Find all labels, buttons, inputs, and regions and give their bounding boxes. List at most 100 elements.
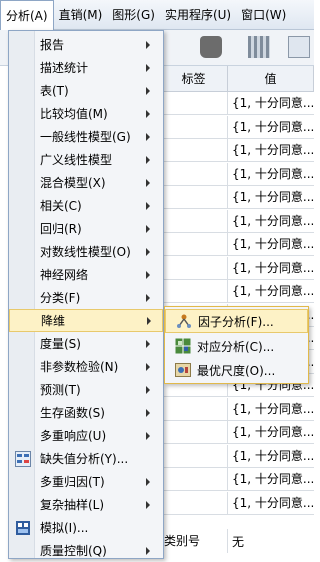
table-row[interactable]: {1, 十分同意... <box>160 256 314 280</box>
submenu-arrow-icon <box>146 224 150 233</box>
menu-item-15[interactable]: 预测(T) <box>9 378 163 401</box>
label-cell[interactable] <box>160 92 228 114</box>
value-cell[interactable]: 无 <box>228 533 244 550</box>
menu-item-0[interactable]: 报告 <box>9 33 163 56</box>
correspondence-analysis-icon <box>175 338 191 354</box>
menu-item-label: 分类(F) <box>40 291 81 305</box>
menu-graphs[interactable]: 图形(G) <box>107 0 160 30</box>
table-row[interactable]: {1, 十分同意... <box>160 444 314 468</box>
menu-item-18[interactable]: 缺失值分析(Y)... <box>9 447 163 470</box>
menu-item-label: 质量控制(Q) <box>40 544 107 558</box>
submenu-item-label: 对应分析(C)... <box>197 339 275 354</box>
analyze-dropdown-menu: 报告描述统计 表(T) 比较均值(M) 一般线性模型(G) 广义线性模型混合模型(X) 相… <box>8 30 164 559</box>
value-cell[interactable]: {1, 十分同意... <box>228 186 314 208</box>
menu-item-6[interactable]: 混合模型(X) <box>9 171 163 194</box>
menu-item-label: 多重归因(T) <box>40 475 105 489</box>
menu-item-19[interactable]: 多重归因(T) <box>9 470 163 493</box>
menu-analyze[interactable]: 分析(A) <box>0 0 54 31</box>
table-row[interactable]: {1, 十分同意... <box>160 92 314 115</box>
menu-item-7[interactable]: 相关(C) <box>9 194 163 217</box>
label-cell[interactable] <box>160 397 228 420</box>
value-cell[interactable]: {1, 十分同意... <box>228 233 314 255</box>
label-cell[interactable] <box>160 209 228 232</box>
menu-item-5[interactable]: 广义线性模型 <box>9 148 163 171</box>
menu-item-17[interactable]: 多重响应(U) <box>9 424 163 447</box>
menu-item-label: 一般线性模型(G) <box>40 130 131 144</box>
value-cell[interactable]: {1, 十分同意... <box>228 210 314 232</box>
menu-item-3[interactable]: 比较均值(M) <box>9 102 163 125</box>
column-header-values[interactable]: 值 <box>228 66 314 92</box>
menu-item-2[interactable]: 表(T) <box>9 79 163 102</box>
submenu-item-optimal-scaling[interactable]: 最优尺度(O)... <box>165 358 308 382</box>
menu-item-label: 降维 <box>41 314 66 328</box>
submenu-item-correspondence-analysis[interactable]: 对应分析(C)... <box>165 334 308 358</box>
value-cell[interactable]: {1, 十分同意... <box>228 492 314 514</box>
menu-item-label: 模拟(I)... <box>40 521 89 535</box>
submenu-arrow-icon <box>146 477 150 486</box>
label-cell[interactable] <box>160 256 228 279</box>
table-row[interactable]: {1, 十分同意... <box>160 139 314 162</box>
menu-item-9[interactable]: 对数线性模型(O) <box>9 240 163 263</box>
table-row[interactable]: {1, 十分同意... <box>160 115 314 139</box>
table-row[interactable]: {1, 十分同意... <box>160 397 314 421</box>
menu-item-1[interactable]: 描述统计 <box>9 56 163 79</box>
table-row[interactable]: {1, 十分同意... <box>160 186 314 209</box>
menu-item-16[interactable]: 生存函数(S) <box>9 401 163 424</box>
value-cell[interactable]: {1, 十分同意... <box>228 398 314 420</box>
label-cell[interactable] <box>160 233 228 255</box>
value-cell[interactable]: {1, 十分同意... <box>228 116 314 138</box>
menu-utilities[interactable]: 实用程序(U) <box>160 0 236 30</box>
menu-item-label: 度量(S) <box>40 337 81 351</box>
table-row[interactable]: {1, 十分同意... <box>160 162 314 186</box>
value-cell[interactable]: {1, 十分同意... <box>228 92 314 114</box>
label-cell[interactable] <box>160 491 228 514</box>
menu-item-8[interactable]: 回归(R) <box>9 217 163 240</box>
factor-analysis-icon <box>176 313 192 329</box>
label-cell[interactable] <box>160 139 228 161</box>
menu-item-20[interactable]: 复杂抽样(L) <box>9 493 163 516</box>
table-row[interactable]: {1, 十分同意... <box>160 209 314 233</box>
label-cell[interactable] <box>160 280 228 302</box>
optimal-scaling-icon <box>175 362 191 378</box>
menu-item-21[interactable]: 模拟(I)... <box>9 516 163 539</box>
menu-item-14[interactable]: 非参数检验(N) <box>9 355 163 378</box>
menu-window[interactable]: 窗口(W) <box>236 0 291 30</box>
find-icon[interactable] <box>200 36 222 58</box>
menu-item-13[interactable]: 度量(S) <box>9 332 163 355</box>
grid-icon[interactable] <box>248 36 270 58</box>
menu-item-11[interactable]: 分类(F) <box>9 286 163 309</box>
table-row[interactable]: 类别号 无 <box>160 529 314 553</box>
value-cell[interactable]: {1, 十分同意... <box>228 421 314 443</box>
value-cell[interactable]: {1, 十分同意... <box>228 257 314 279</box>
value-cell[interactable]: {1, 十分同意... <box>228 280 314 302</box>
label-cell[interactable] <box>160 468 228 490</box>
menu-item-dimension-reduction[interactable]: 降维 <box>9 309 163 332</box>
table-row[interactable]: {1, 十分同意... <box>160 468 314 491</box>
missing-values-icon <box>15 450 31 467</box>
label-cell[interactable] <box>160 444 228 467</box>
menu-direct-marketing[interactable]: 直销(M) <box>54 0 108 30</box>
table-row[interactable]: {1, 十分同意... <box>160 233 314 256</box>
menu-item-label: 神经网络 <box>40 268 89 282</box>
table-row[interactable]: {1, 十分同意... <box>160 421 314 444</box>
submenu-item-factor-analysis[interactable]: 因子分析(F)... <box>165 309 308 333</box>
menu-item-label: 报告 <box>40 38 65 52</box>
value-cell[interactable]: {1, 十分同意... <box>228 139 314 161</box>
submenu-item-label: 最优尺度(O)... <box>197 363 276 378</box>
value-cell[interactable]: {1, 十分同意... <box>228 468 314 490</box>
table-row[interactable]: {1, 十分同意... <box>160 491 314 515</box>
label-cell[interactable] <box>160 421 228 443</box>
label-cell[interactable]: 类别号 <box>160 529 228 553</box>
label-cell[interactable] <box>160 115 228 138</box>
menu-item-4[interactable]: 一般线性模型(G) <box>9 125 163 148</box>
value-cell[interactable]: {1, 十分同意... <box>228 163 314 185</box>
chart-icon[interactable] <box>288 36 310 58</box>
simulation-icon <box>15 520 31 536</box>
table-row[interactable]: {1, 十分同意... <box>160 280 314 303</box>
menu-item-10[interactable]: 神经网络 <box>9 263 163 286</box>
label-cell[interactable] <box>160 186 228 208</box>
value-cell[interactable]: {1, 十分同意... <box>228 445 314 467</box>
label-cell[interactable] <box>160 162 228 185</box>
menu-item-label: 混合模型(X) <box>40 176 106 190</box>
column-header-label[interactable]: 标签 <box>160 66 228 92</box>
